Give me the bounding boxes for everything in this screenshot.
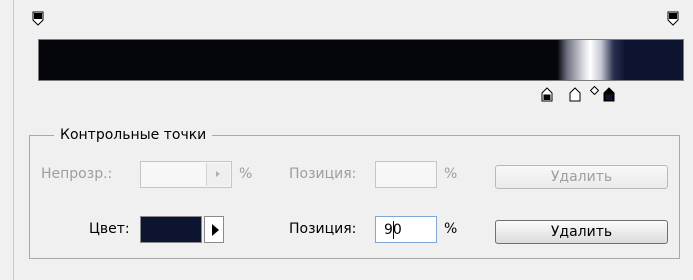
opacity-delete-button[interactable]: Удалить [495, 165, 668, 189]
color-swatch[interactable] [140, 216, 202, 243]
color-delete-button[interactable]: Удалить [495, 220, 668, 244]
color-position-input[interactable]: 90 [375, 216, 437, 243]
color-stop-icon [603, 87, 615, 102]
opacity-stop-icon [667, 11, 679, 26]
color-stop-1[interactable] [541, 87, 553, 102]
opacity-stop-icon [32, 11, 44, 26]
gradient-preview-bar[interactable] [38, 39, 684, 81]
color-label: Цвет: [89, 221, 130, 237]
color-position-unit: % [444, 221, 458, 237]
spin-arrow-icon [216, 171, 220, 177]
opacity-unit: % [239, 166, 253, 182]
opacity-spin-button[interactable] [206, 163, 230, 186]
color-stop-2[interactable] [569, 87, 581, 102]
opacity-stop-right[interactable] [667, 11, 679, 26]
play-arrow-icon [212, 224, 219, 236]
opacity-stop-left[interactable] [32, 11, 44, 26]
opacity-position-label: Позиция: [289, 166, 357, 182]
opacity-position-input[interactable] [375, 161, 437, 188]
color-stop-icon [569, 87, 581, 102]
color-stop-3-selected[interactable] [603, 87, 615, 102]
opacity-label: Непрозр.: [41, 166, 113, 182]
opacity-position-unit: % [444, 166, 458, 182]
midpoint-diamond-icon[interactable] [589, 84, 600, 96]
opacity-input[interactable] [140, 161, 232, 188]
color-position-label: Позиция: [289, 221, 357, 237]
stops-group-title: Контрольные точки [54, 125, 213, 145]
color-swatch-menu-button[interactable] [204, 216, 224, 243]
text-caret [393, 221, 394, 239]
color-stop-icon [541, 87, 553, 102]
